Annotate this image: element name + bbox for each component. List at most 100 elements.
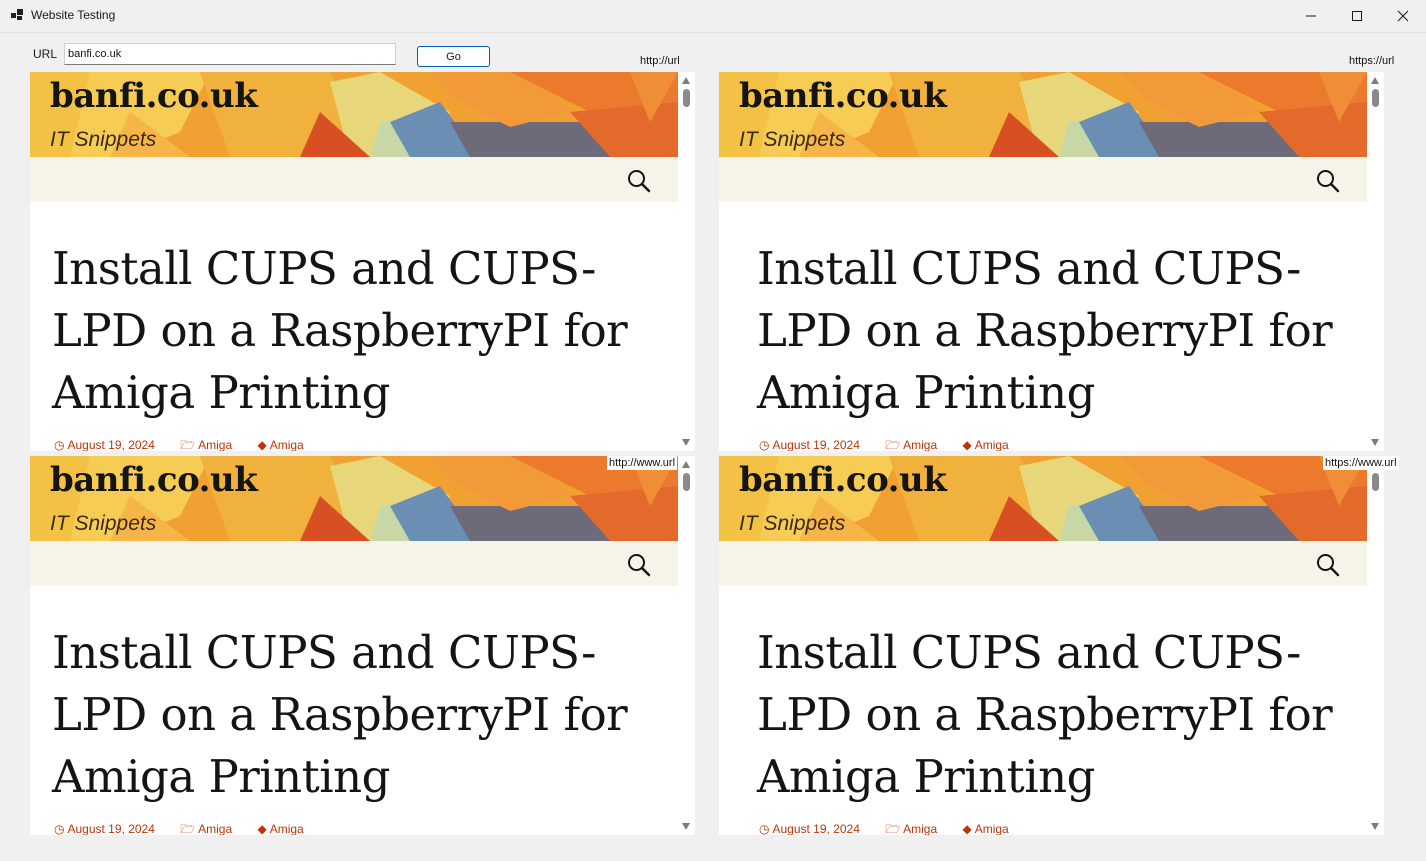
vertical-scrollbar[interactable]: [1367, 456, 1384, 835]
site-tagline: IT Snippets: [739, 128, 846, 151]
post-category-text[interactable]: Amiga: [903, 438, 937, 451]
post-tag[interactable]: ◆ Amiga: [257, 822, 303, 835]
tag-icon: ◆: [257, 822, 267, 835]
post-category-text[interactable]: Amiga: [198, 438, 232, 451]
scroll-thumb[interactable]: [1372, 473, 1379, 491]
post-category-text[interactable]: Amiga: [198, 822, 232, 835]
search-icon[interactable]: [626, 168, 652, 194]
clock-icon: ◷: [759, 822, 770, 835]
site-header-banner: banfi.co.uk IT Snippets: [30, 72, 678, 157]
close-button[interactable]: [1380, 0, 1426, 32]
browser-pane-https[interactable]: banfi.co.uk IT Snippets Install CUPS and…: [719, 72, 1384, 451]
post-date-text[interactable]: August 19, 2024: [772, 438, 859, 451]
site-title[interactable]: banfi.co.uk: [739, 460, 947, 500]
browser-pane-http[interactable]: banfi.co.uk IT Snippets Install CUPS and…: [30, 72, 695, 451]
post-title[interactable]: Install CUPS and CUPS-LPD on a Raspberry…: [52, 622, 652, 808]
site-title[interactable]: banfi.co.uk: [50, 76, 258, 116]
scroll-up-icon[interactable]: [1371, 77, 1379, 84]
post-meta: ◷ August 19, 2024 🗁 Amiga ◆ Amiga: [54, 820, 326, 835]
window-title: Website Testing: [31, 8, 116, 22]
scroll-down-icon[interactable]: [682, 823, 690, 830]
folder-icon: 🗁: [180, 438, 196, 451]
scroll-down-icon[interactable]: [682, 439, 690, 446]
site-header-banner: banfi.co.uk IT Snippets: [719, 72, 1367, 157]
post-tag-text[interactable]: Amiga: [270, 822, 304, 835]
scroll-thumb[interactable]: [683, 473, 690, 491]
post-meta: ◷ August 19, 2024 🗁 Amiga ◆ Amiga: [759, 436, 1031, 451]
post-tag-text[interactable]: Amiga: [975, 438, 1009, 451]
post-tag[interactable]: ◆ Amiga: [257, 438, 303, 451]
pane-label-https-www: https://www.url: [1323, 456, 1399, 470]
site-title[interactable]: banfi.co.uk: [739, 76, 947, 116]
post-tag-text[interactable]: Amiga: [975, 822, 1009, 835]
post-title[interactable]: Install CUPS and CUPS-LPD on a Raspberry…: [757, 238, 1357, 424]
folder-icon: 🗁: [180, 822, 196, 835]
minimize-button[interactable]: [1288, 0, 1334, 32]
title-bar: Website Testing: [0, 0, 1426, 33]
maximize-icon: [1352, 11, 1362, 21]
post-date[interactable]: ◷ August 19, 2024: [759, 822, 860, 835]
site-tagline: IT Snippets: [50, 512, 157, 535]
scroll-down-icon[interactable]: [1371, 823, 1379, 830]
navbar: [30, 541, 678, 586]
post-tag[interactable]: ◆ Amiga: [962, 822, 1008, 835]
app-icon: [11, 9, 23, 21]
post-category-text[interactable]: Amiga: [903, 822, 937, 835]
post-category[interactable]: 🗁 Amiga: [885, 820, 937, 835]
post-date-text[interactable]: August 19, 2024: [772, 822, 859, 835]
vertical-scrollbar[interactable]: [678, 72, 695, 451]
clock-icon: ◷: [54, 822, 65, 835]
pane-content: banfi.co.uk IT Snippets Install CUPS and…: [719, 72, 1367, 451]
url-label: URL: [33, 47, 58, 61]
navbar: [719, 541, 1367, 586]
site-title[interactable]: banfi.co.uk: [50, 460, 258, 500]
scroll-thumb[interactable]: [1372, 89, 1379, 107]
pane-label-https: https://url: [1347, 54, 1397, 68]
pane-label-http: http://url: [638, 54, 682, 68]
site-tagline: IT Snippets: [50, 128, 157, 151]
site-header-banner: banfi.co.uk IT Snippets: [719, 456, 1367, 541]
url-input[interactable]: [64, 43, 396, 65]
post-date[interactable]: ◷ August 19, 2024: [54, 822, 155, 835]
folder-icon: 🗁: [885, 822, 901, 835]
post-tag-text[interactable]: Amiga: [270, 438, 304, 451]
pane-content: banfi.co.uk IT Snippets Install CUPS and…: [719, 456, 1367, 835]
clock-icon: ◷: [759, 438, 770, 451]
go-button[interactable]: Go: [417, 46, 490, 67]
navbar: [30, 157, 678, 202]
minimize-icon: [1306, 15, 1316, 17]
post-title[interactable]: Install CUPS and CUPS-LPD on a Raspberry…: [757, 622, 1357, 808]
tag-icon: ◆: [257, 438, 267, 451]
navbar: [719, 157, 1367, 202]
pane-content: banfi.co.uk IT Snippets Install CUPS and…: [30, 72, 678, 451]
tag-icon: ◆: [962, 822, 972, 835]
vertical-scrollbar[interactable]: [1367, 72, 1384, 451]
search-icon[interactable]: [1315, 552, 1341, 578]
close-icon: [1397, 10, 1409, 22]
post-date-text[interactable]: August 19, 2024: [67, 822, 154, 835]
search-icon[interactable]: [626, 552, 652, 578]
search-icon[interactable]: [1315, 168, 1341, 194]
post-meta: ◷ August 19, 2024 🗁 Amiga ◆ Amiga: [54, 436, 326, 451]
vertical-scrollbar[interactable]: [678, 456, 695, 835]
tag-icon: ◆: [962, 438, 972, 451]
post-category[interactable]: 🗁 Amiga: [180, 436, 232, 451]
scroll-down-icon[interactable]: [1371, 439, 1379, 446]
browser-pane-https-www[interactable]: banfi.co.uk IT Snippets Install CUPS and…: [719, 456, 1384, 835]
post-date[interactable]: ◷ August 19, 2024: [54, 438, 155, 451]
scroll-up-icon[interactable]: [682, 77, 690, 84]
pane-content: banfi.co.uk IT Snippets Install CUPS and…: [30, 456, 678, 835]
post-title[interactable]: Install CUPS and CUPS-LPD on a Raspberry…: [52, 238, 652, 424]
pane-label-http-www: http://www.url: [607, 456, 678, 470]
browser-pane-http-www[interactable]: banfi.co.uk IT Snippets Install CUPS and…: [30, 456, 695, 835]
scroll-up-icon[interactable]: [682, 461, 690, 468]
post-category[interactable]: 🗁 Amiga: [885, 436, 937, 451]
post-date[interactable]: ◷ August 19, 2024: [759, 438, 860, 451]
post-category[interactable]: 🗁 Amiga: [180, 820, 232, 835]
site-tagline: IT Snippets: [739, 512, 846, 535]
app-window: Website Testing URL Go http://url https:…: [0, 0, 1426, 861]
scroll-thumb[interactable]: [683, 89, 690, 107]
maximize-button[interactable]: [1334, 0, 1380, 32]
post-tag[interactable]: ◆ Amiga: [962, 438, 1008, 451]
post-date-text[interactable]: August 19, 2024: [67, 438, 154, 451]
